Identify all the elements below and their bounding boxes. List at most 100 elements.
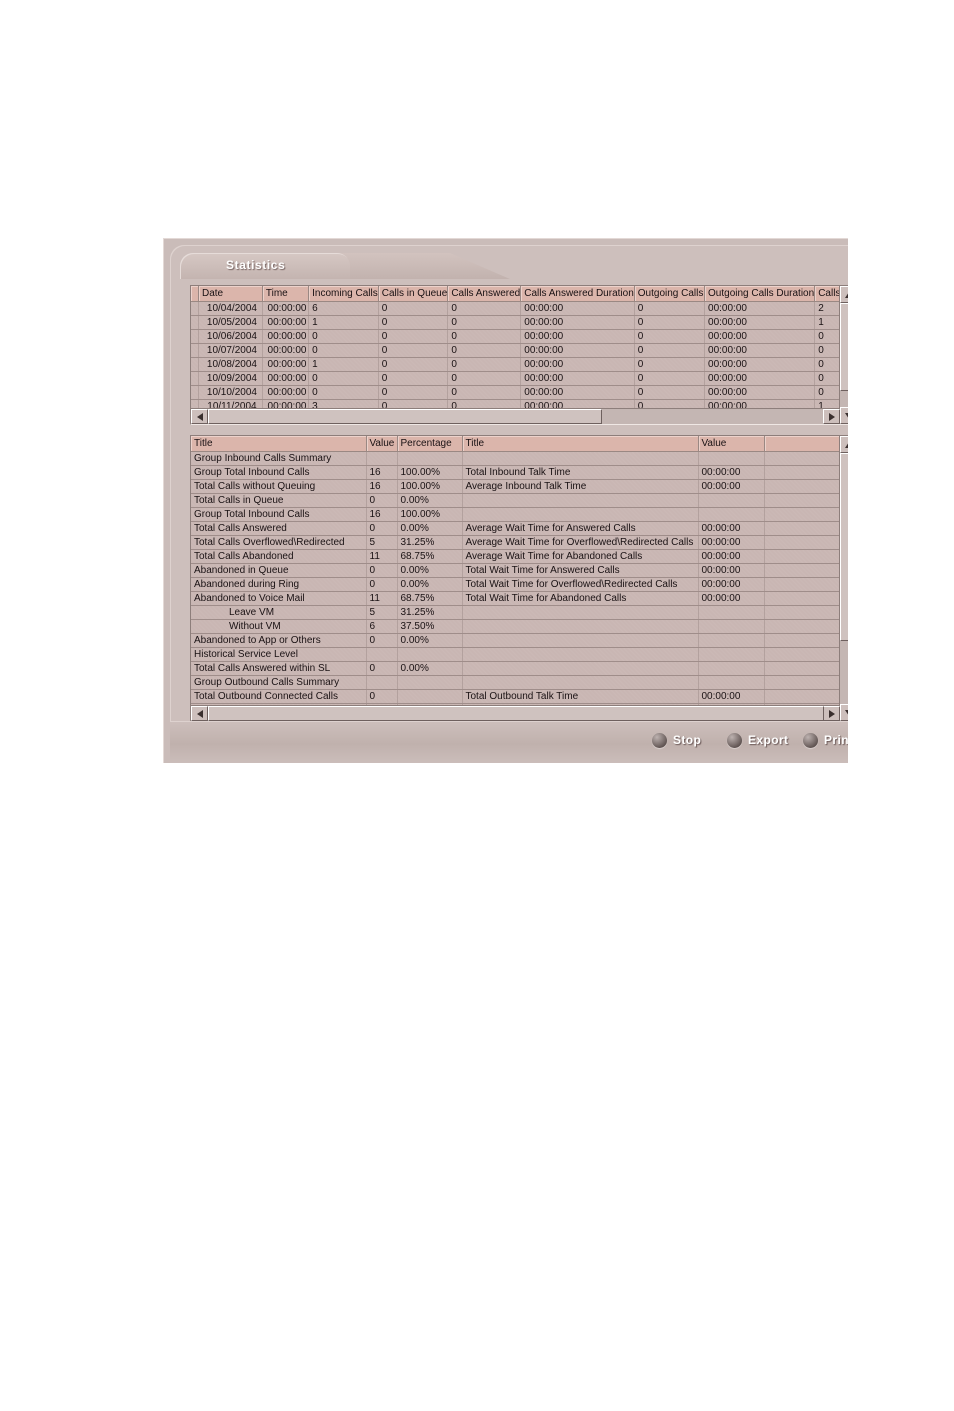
- scroll-right-button[interactable]: [823, 409, 840, 424]
- column-header[interactable]: Value: [698, 436, 765, 452]
- table-cell: 00:00:00: [262, 385, 310, 400]
- summary-statistics-grid[interactable]: Title Value Percentage Title Value Group Inb…: [190, 435, 848, 722]
- bottom-grid-horizontal-scrollbar[interactable]: [191, 705, 840, 721]
- column-header[interactable]: Title: [462, 436, 699, 452]
- table-row[interactable]: Historical Service Level: [191, 647, 841, 662]
- column-header[interactable]: Percentage: [397, 436, 463, 452]
- table-row[interactable]: 10/06/2004 00:00:00 0 0 0 00:00:00 0 00:00:00 0: [191, 329, 848, 344]
- chevron-down-icon: [844, 709, 848, 716]
- table-cell: [366, 675, 398, 690]
- table-cell: 0: [308, 343, 379, 358]
- table-row[interactable]: Total Calls Answered within SL 0 0.00%: [191, 661, 841, 676]
- scroll-track[interactable]: [208, 409, 823, 424]
- table-cell: 00:00:00: [704, 385, 816, 400]
- scroll-thumb[interactable]: [840, 453, 848, 641]
- scroll-track[interactable]: [840, 303, 848, 407]
- top-grid-horizontal-scrollbar[interactable]: [191, 408, 840, 424]
- table-cell: [698, 451, 765, 466]
- table-row[interactable]: Total Outbound Connected Calls 0 Total Out…: [191, 689, 841, 704]
- table-cell: Abandoned to Voice Mail: [191, 591, 367, 606]
- table-cell: 0: [366, 563, 398, 578]
- table-cell: 37.50%: [397, 619, 463, 634]
- table-cell: 100.00%: [397, 465, 463, 480]
- table-row[interactable]: Total Calls without Queuing 16 100.00% Aver…: [191, 479, 841, 494]
- tab-statistics[interactable]: Statistics: [180, 253, 350, 279]
- table-cell: 0: [634, 315, 706, 330]
- scroll-up-button[interactable]: [840, 436, 848, 453]
- table-cell: 0: [634, 357, 706, 372]
- table-cell: 0.00%: [397, 577, 463, 592]
- column-header[interactable]: Value: [366, 436, 398, 452]
- table-cell: 5: [366, 535, 398, 550]
- table-cell: 00:00:00: [262, 301, 310, 316]
- table-row[interactable]: 10/05/2004 00:00:00 1 0 0 00:00:00 0 00:00:00 1: [191, 315, 848, 330]
- table-cell: Group Outbound Calls Summary: [191, 675, 367, 690]
- table-cell: 0: [634, 301, 706, 316]
- scroll-left-button[interactable]: [191, 706, 208, 721]
- column-header[interactable]: Calls Answered Duration: [520, 286, 635, 302]
- column-header[interactable]: [764, 436, 841, 452]
- table-row[interactable]: Group Outbound Calls Summary: [191, 675, 841, 690]
- scroll-right-button[interactable]: [823, 706, 840, 721]
- table-row[interactable]: Group Total Inbound Calls 16 100.00% Total …: [191, 465, 841, 480]
- column-header[interactable]: Incoming Calls: [308, 286, 379, 302]
- table-row[interactable]: Abandoned during Ring 0 0.00% Total Wait Ti…: [191, 577, 841, 592]
- table-row[interactable]: Abandoned to App or Others 0 0.00%: [191, 633, 841, 648]
- table-cell: 00:00:00: [704, 371, 816, 386]
- scroll-thumb[interactable]: [208, 409, 602, 424]
- column-header[interactable]: Calls Answered: [447, 286, 522, 302]
- table-row[interactable]: 10/10/2004 00:00:00 0 0 0 00:00:00 0 00:00:00 0: [191, 385, 848, 400]
- table-cell: Total Wait Time for Answered Calls: [462, 563, 699, 578]
- table-cell: [764, 451, 841, 466]
- table-cell: 10/06/2004: [198, 329, 263, 344]
- column-header[interactable]: Time: [262, 286, 310, 302]
- column-header[interactable]: [191, 286, 200, 302]
- table-row[interactable]: Total Calls in Queue 0 0.00%: [191, 493, 841, 508]
- table-row[interactable]: Total Calls Overflowed\Redirected 5 31.25%…: [191, 535, 841, 550]
- table-cell: 0: [308, 329, 379, 344]
- print-button[interactable]: Print: [803, 729, 848, 751]
- table-row[interactable]: Group Total Inbound Calls 16 100.00%: [191, 507, 841, 522]
- table-row[interactable]: Abandoned to Voice Mail 11 68.75% Total Wai…: [191, 591, 841, 606]
- table-row[interactable]: 10/09/2004 00:00:00 0 0 0 00:00:00 0 00:00:00 0: [191, 371, 848, 386]
- table-row[interactable]: Total Calls Abandoned 11 68.75% Average Wai…: [191, 549, 841, 564]
- table-cell: [191, 343, 200, 358]
- table-row[interactable]: 10/08/2004 00:00:00 1 0 0 00:00:00 0 00:00:00 0: [191, 357, 848, 372]
- table-row[interactable]: Without VM 6 37.50%: [191, 619, 841, 634]
- table-row[interactable]: Abandoned in Queue 0 0.00% Total Wait Time …: [191, 563, 841, 578]
- table-cell: Total Outbound Connected Calls: [191, 689, 367, 704]
- table-cell: [397, 451, 463, 466]
- table-cell: 0: [366, 689, 398, 704]
- scroll-up-button[interactable]: [840, 286, 848, 303]
- calls-by-date-grid[interactable]: Date Time Incoming Calls Calls in Queue Call…: [190, 285, 848, 425]
- top-grid-vertical-scrollbar[interactable]: [839, 286, 848, 424]
- table-row[interactable]: Total Calls Answered 0 0.00% Average Wait T…: [191, 521, 841, 536]
- column-header[interactable]: Outgoing Calls Duration: [704, 286, 816, 302]
- scroll-left-button[interactable]: [191, 409, 208, 424]
- column-header[interactable]: Outgoing Calls: [634, 286, 706, 302]
- table-row[interactable]: 10/04/2004 00:00:00 6 0 0 00:00:00 0 00:00:00 2: [191, 301, 848, 316]
- column-header[interactable]: Calls in Queue: [378, 286, 449, 302]
- table-row[interactable]: 10/07/2004 00:00:00 0 0 0 00:00:00 0 00:00:00 0: [191, 343, 848, 358]
- scroll-track[interactable]: [840, 453, 848, 704]
- scroll-track[interactable]: [208, 706, 824, 721]
- bottom-grid-vertical-scrollbar[interactable]: [839, 436, 848, 721]
- column-header[interactable]: Title: [191, 436, 367, 452]
- export-button[interactable]: Export: [727, 729, 788, 751]
- scroll-down-button[interactable]: [840, 704, 848, 721]
- table-cell: Group Total Inbound Calls: [191, 507, 367, 522]
- table-cell: 11: [366, 591, 398, 606]
- table-cell: [462, 507, 699, 522]
- table-row[interactable]: Group Inbound Calls Summary: [191, 451, 841, 466]
- table-cell: [764, 507, 841, 522]
- stop-button[interactable]: Stop: [652, 729, 701, 751]
- chevron-down-icon: [844, 412, 848, 419]
- scroll-down-button[interactable]: [840, 407, 848, 424]
- scroll-thumb[interactable]: [208, 706, 824, 721]
- scroll-thumb[interactable]: [840, 303, 848, 391]
- table-row[interactable]: Leave VM 5 31.25%: [191, 605, 841, 620]
- table-cell: 00:00:00: [704, 357, 816, 372]
- column-header[interactable]: Date: [198, 286, 263, 302]
- table-cell: [191, 371, 200, 386]
- table-cell: Total Calls without Queuing: [191, 479, 367, 494]
